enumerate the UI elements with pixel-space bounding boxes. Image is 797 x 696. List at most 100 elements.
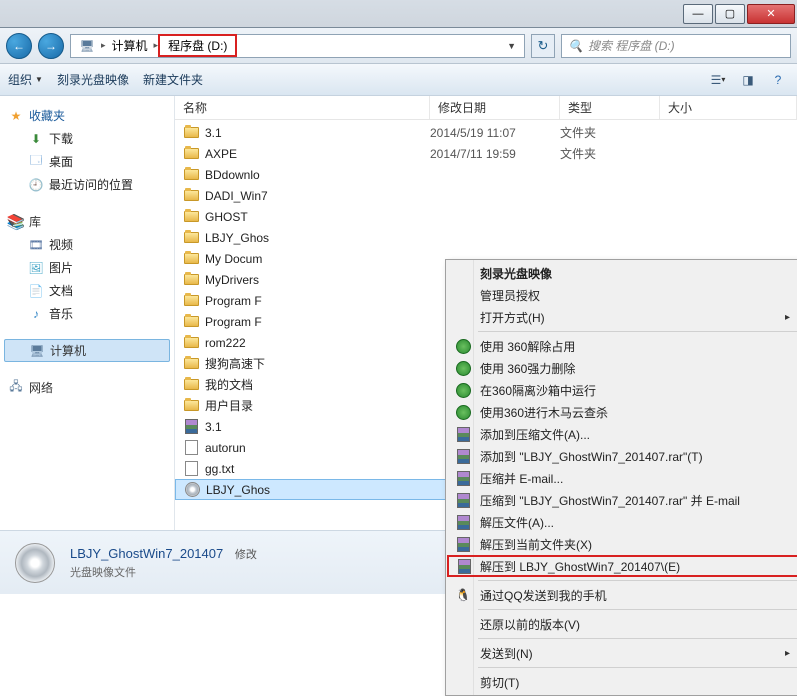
menu-item-label: 解压到 LBJY_GhostWin7_201407\(E) xyxy=(480,558,680,575)
burn-disc-image-button[interactable]: 刻录光盘映像 xyxy=(57,71,129,88)
refresh-button[interactable]: ↻ xyxy=(531,34,555,58)
menu-item[interactable]: 在360隔离沙箱中运行 xyxy=(448,379,797,401)
text-file-icon xyxy=(183,461,199,477)
file-name: gg.txt xyxy=(205,462,234,476)
menu-item[interactable]: 使用 360解除占用 xyxy=(448,335,797,357)
navigation-bar: ← → 🖥 ▸ 计算机 ▸ 程序盘 (D:) ▼ ↻ 🔍 搜索 程序盘 (D:) xyxy=(0,28,797,64)
tree-recent[interactable]: 🕘最近访问的位置 xyxy=(0,173,174,196)
menu-separator xyxy=(478,667,797,668)
details-file-icon xyxy=(14,542,56,584)
menu-item[interactable]: 打开方式(H) xyxy=(448,306,797,328)
file-name: DADI_Win7 xyxy=(205,189,268,203)
qq-icon: 🐧 xyxy=(455,587,471,603)
file-row[interactable]: LBJY_Ghos xyxy=(175,227,797,248)
file-name: BDdownlo xyxy=(205,168,260,182)
menu-item[interactable]: 压缩并 E-mail... xyxy=(448,467,797,489)
breadcrumb-drive[interactable]: 程序盘 (D:) xyxy=(158,34,237,57)
new-folder-button[interactable]: 新建文件夹 xyxy=(143,71,203,88)
menu-item-label: 打开方式(H) xyxy=(480,309,545,326)
window-titlebar: — ▢ ✕ xyxy=(0,0,797,28)
file-name: Program F xyxy=(205,315,262,329)
tree-libraries[interactable]: 📚库 xyxy=(0,210,174,233)
back-button[interactable]: ← xyxy=(6,33,32,59)
search-input[interactable]: 🔍 搜索 程序盘 (D:) xyxy=(561,34,791,58)
360-icon xyxy=(455,360,471,376)
details-subtitle: 光盘映像文件 xyxy=(70,564,257,580)
file-name: autorun xyxy=(205,441,246,455)
view-options-button[interactable]: ☰ ▾ xyxy=(707,70,729,90)
360-icon xyxy=(455,404,471,420)
file-type: 文件夹 xyxy=(560,124,660,141)
folder-icon xyxy=(183,230,199,246)
menu-item[interactable]: 🐧通过QQ发送到我的手机 xyxy=(448,584,797,606)
menu-item[interactable]: 添加到 "LBJY_GhostWin7_201407.rar"(T) xyxy=(448,445,797,467)
column-size[interactable]: 大小 xyxy=(660,96,797,119)
menu-item[interactable]: 解压到当前文件夹(X) xyxy=(448,533,797,555)
tree-music[interactable]: ♪音乐 xyxy=(0,302,174,325)
folder-icon xyxy=(183,209,199,225)
file-row[interactable]: AXPE2014/7/11 19:59文件夹 xyxy=(175,143,797,164)
file-row[interactable]: DADI_Win7 xyxy=(175,185,797,206)
archive-icon xyxy=(183,419,199,435)
folder-icon xyxy=(183,398,199,414)
forward-button[interactable]: → xyxy=(38,33,64,59)
file-name: 3.1 xyxy=(205,126,222,140)
config-file-icon xyxy=(183,440,199,456)
file-name: rom222 xyxy=(205,336,246,350)
help-button[interactable]: ? xyxy=(767,70,789,90)
menu-separator xyxy=(478,638,797,639)
breadcrumb-root[interactable]: 🖥 xyxy=(73,36,101,56)
menu-item[interactable]: 使用 360强力删除 xyxy=(448,357,797,379)
menu-item[interactable]: 解压到 LBJY_GhostWin7_201407\(E) xyxy=(447,555,797,577)
menu-item-label: 发送到(N) xyxy=(480,645,533,662)
column-type[interactable]: 类型 xyxy=(560,96,660,119)
menu-item[interactable]: 发送到(N) xyxy=(448,642,797,664)
folder-icon xyxy=(183,272,199,288)
tree-desktop[interactable]: 🗔桌面 xyxy=(0,150,174,173)
file-name: AXPE xyxy=(205,147,237,161)
file-row[interactable]: BDdownlo xyxy=(175,164,797,185)
menu-item[interactable]: 使用360进行木马云查杀 xyxy=(448,401,797,423)
tree-downloads[interactable]: ⬇下载 xyxy=(0,127,174,150)
address-bar[interactable]: 🖥 ▸ 计算机 ▸ 程序盘 (D:) ▼ xyxy=(70,34,525,58)
menu-item[interactable]: 解压文件(A)... xyxy=(448,511,797,533)
column-name[interactable]: 名称 xyxy=(175,96,430,119)
tree-documents[interactable]: 📄文档 xyxy=(0,279,174,302)
file-name: Program F xyxy=(205,294,262,308)
details-title: LBJY_GhostWin7_201407 修改 xyxy=(70,546,257,562)
folder-icon xyxy=(183,167,199,183)
menu-item-label: 使用 360强力删除 xyxy=(480,360,575,377)
minimize-button[interactable]: — xyxy=(683,4,713,24)
address-dropdown-icon[interactable]: ▼ xyxy=(501,41,522,51)
close-button[interactable]: ✕ xyxy=(747,4,795,24)
tree-videos[interactable]: 🎞视频 xyxy=(0,233,174,256)
tree-favorites[interactable]: ★收藏夹 xyxy=(0,104,174,127)
menu-item[interactable]: 管理员授权 xyxy=(448,284,797,306)
tree-network[interactable]: 🖧网络 xyxy=(0,376,174,399)
menu-item[interactable]: 剪切(T) xyxy=(448,671,797,693)
tree-computer[interactable]: 🖥计算机 xyxy=(4,339,170,362)
breadcrumb-computer[interactable]: 计算机 xyxy=(106,35,154,56)
360-icon xyxy=(455,382,471,398)
folder-icon xyxy=(183,293,199,309)
menu-item[interactable]: 刻录光盘映像 xyxy=(448,262,797,284)
maximize-button[interactable]: ▢ xyxy=(715,4,745,24)
archive-icon xyxy=(455,470,471,486)
menu-item-label: 解压到当前文件夹(X) xyxy=(480,536,592,553)
file-name: 3.1 xyxy=(205,420,222,434)
menu-item[interactable]: 压缩到 "LBJY_GhostWin7_201407.rar" 并 E-mail xyxy=(448,489,797,511)
file-name: LBJY_Ghos xyxy=(205,231,269,245)
archive-icon xyxy=(455,514,471,530)
menu-item[interactable]: 还原以前的版本(V) xyxy=(448,613,797,635)
tree-pictures[interactable]: 🖼图片 xyxy=(0,256,174,279)
organize-menu[interactable]: 组织 ▼ xyxy=(8,71,43,88)
file-row[interactable]: 3.12014/5/19 11:07文件夹 xyxy=(175,122,797,143)
column-date[interactable]: 修改日期 xyxy=(430,96,560,119)
menu-item[interactable]: 添加到压缩文件(A)... xyxy=(448,423,797,445)
file-list-area: 名称 修改日期 类型 大小 3.12014/5/19 11:07文件夹AXPE2… xyxy=(175,96,797,530)
main-area: ★收藏夹 ⬇下载 🗔桌面 🕘最近访问的位置 📚库 🎞视频 🖼图片 📄文档 ♪音乐… xyxy=(0,96,797,530)
preview-pane-button[interactable]: ◨ xyxy=(737,70,759,90)
menu-item-label: 使用 360解除占用 xyxy=(480,338,575,355)
file-row[interactable]: GHOST xyxy=(175,206,797,227)
folder-icon xyxy=(183,188,199,204)
